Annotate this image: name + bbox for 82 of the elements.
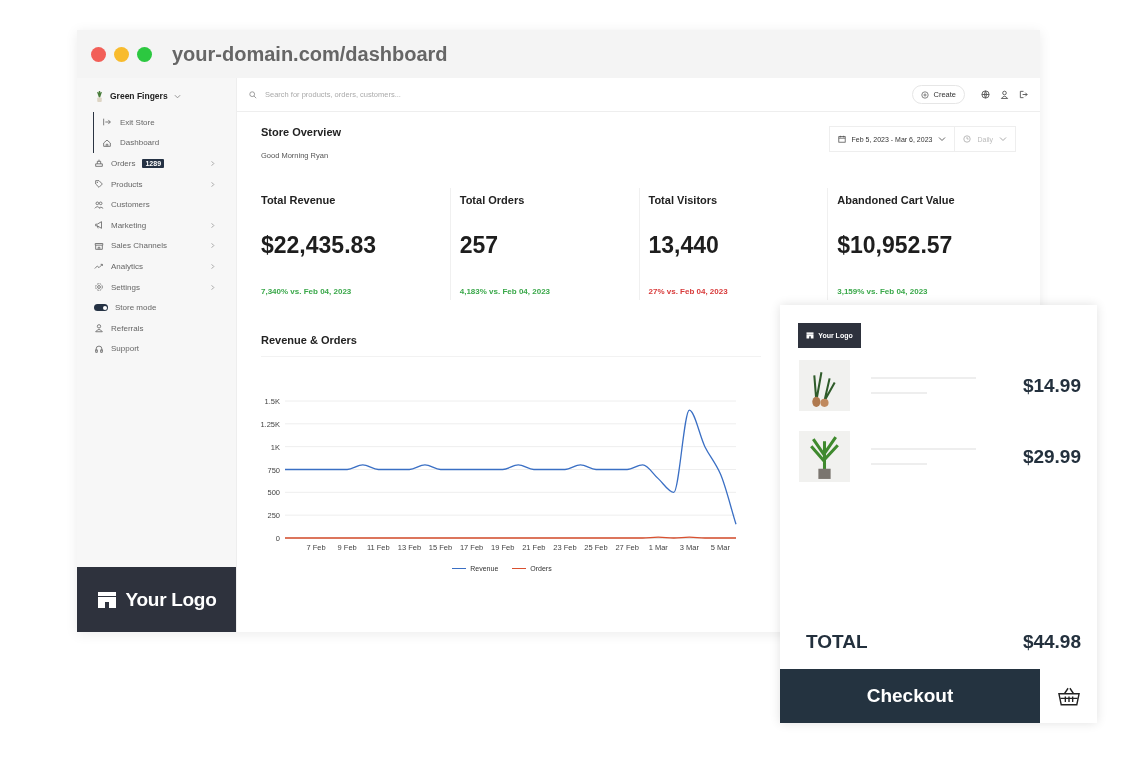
sidebar-item-label: Settings [111,282,140,292]
chevron-right-icon [209,283,216,291]
user-icon [94,323,104,334]
kpi-change: 4,183% vs. Feb 04, 2023 [459,287,552,296]
globe-icon[interactable] [981,90,990,99]
sidebar-item[interactable]: Exit Store [93,112,236,133]
logo-text: Your Logo [125,588,217,611]
sidebar-item[interactable]: Marketing [77,214,236,236]
sidebar-item[interactable]: Products [77,173,236,195]
total-amount: $44.98 [1022,631,1081,653]
window-control-dot[interactable] [91,46,106,62]
total-label: TOTAL [806,631,868,653]
gear-icon [94,282,104,293]
chevron-down-icon [999,135,1007,143]
storefront-icon [96,590,117,609]
sidebar-item[interactable]: Analytics [77,256,236,277]
store-icon [94,240,104,251]
item-price: $29.99 [1022,445,1081,468]
store-name[interactable]: Green Fingers [110,91,168,101]
kpi-label: Total Visitors [648,194,719,206]
sidebar-item-label: Dashboard [120,138,160,148]
basket-icon[interactable] [1057,686,1080,706]
user-icon[interactable] [1000,90,1009,99]
storefront-icon [806,332,815,339]
kpi-change: 27% vs. Feb 04, 2023 [648,287,729,296]
sidebar-item-label: Support [111,344,140,354]
legend-swatch [452,567,467,570]
kpi-value: 257 [459,232,500,259]
sidebar-item-label: Products [111,179,143,189]
search-icon [249,90,257,99]
item-price: $14.99 [1022,374,1081,397]
plant-photo-placeholder [799,431,850,482]
chevron-down-icon [938,135,947,143]
sidebar-item[interactable]: Sales Channels [77,235,236,257]
sidebar-item-label: Sales Channels [111,241,168,251]
sidebar-item[interactable]: Dashboard [93,132,236,154]
sidebar-item[interactable]: Referrals [77,317,236,339]
exit-icon [102,117,112,128]
chevron-right-icon [209,221,216,229]
trend-icon [94,261,104,272]
logout-icon[interactable] [1019,90,1028,99]
sidebar-item-label: Marketing [111,220,147,230]
home-icon [102,137,112,148]
headset-icon [94,343,104,354]
chevron-right-icon [209,262,216,270]
kpi-value: $10,952.57 [837,232,954,259]
plant-icon [95,89,104,103]
chevron-right-icon [209,242,216,250]
calendar-icon [837,135,846,143]
url-text: your-domain.com/dashboard [172,42,448,66]
chevron-right-icon [209,160,216,167]
sidebar-item-label: Orders [111,159,136,168]
tag-icon [94,179,104,190]
toggle-switch[interactable] [94,304,108,312]
sidebar-item-label: Referrals [111,323,144,333]
sidebar-item-label: Analytics [111,261,143,271]
window-control-dot[interactable] [114,46,129,62]
clock-icon [963,135,972,143]
sidebar-item[interactable]: Settings [77,276,236,298]
chevron-right-icon [209,180,216,188]
kpi-change: 3,159% vs. Feb 04, 2023 [837,287,929,296]
chart-title: Revenue & Orders [261,334,761,357]
kpi-label: Total Revenue [261,194,337,206]
sidebar-item-label: Exit Store [120,117,155,127]
plus-circle-icon [921,90,930,99]
legend-swatch [512,567,527,570]
sidebar-item[interactable]: Customers [77,194,236,215]
users-icon [94,199,104,210]
sidebar-item-label: Customers [111,200,150,210]
kpi-label: Abandoned Cart Value [837,194,956,206]
page-title: Store Overview [261,126,342,138]
kpi-value: 13,440 [648,232,720,259]
window-control-dot[interactable] [137,46,152,62]
sidebar-item[interactable]: Support [77,338,236,360]
plant-photo-placeholder [799,360,850,411]
kpi-value: $22,435.83 [261,232,378,259]
checkout-button[interactable]: Checkout [780,669,1040,723]
chevron-down-icon [173,92,181,100]
kpi-change: 7,340% vs. Feb 04, 2023 [261,287,353,296]
toggle-label: Store mode [115,303,157,313]
kpi-label: Total Orders [459,194,526,206]
megaphone-icon [94,220,104,231]
